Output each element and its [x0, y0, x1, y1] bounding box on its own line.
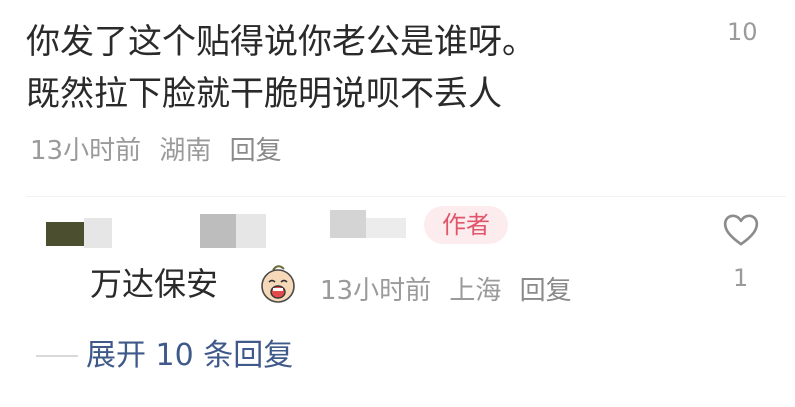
comment-text-line2: 既然拉下脸就干脆明说呗不丢人: [26, 74, 502, 114]
expand-replies-link[interactable]: 展开 10 条回复: [86, 334, 293, 378]
divider: [26, 196, 786, 197]
comment-time: 13小时前: [30, 136, 142, 166]
author-badge: 作者: [424, 206, 508, 244]
reply-like-count: 1: [733, 264, 749, 292]
comment-text-line1: 你发了这个贴得说你老公是谁呀。: [26, 22, 536, 62]
comment-like-count: 10: [727, 18, 758, 46]
reply-meta: 13小时前 上海 回复: [320, 270, 582, 307]
comment-location: 湖南: [159, 136, 212, 166]
comment-meta: 13小时前 湖南 回复: [30, 130, 292, 167]
reply-location: 上海: [449, 276, 502, 306]
expand-divider: [36, 355, 78, 357]
crying-face-icon: [261, 265, 295, 303]
reply-time: 13小时前: [320, 276, 432, 306]
comment-reply-button[interactable]: 回复: [230, 136, 282, 166]
heart-outline-icon[interactable]: [720, 210, 762, 250]
reply-reply-button[interactable]: 回复: [520, 276, 572, 306]
reply-text: 万达保安: [90, 265, 219, 303]
comment-text: 你发了这个贴得说你老公是谁呀。 既然拉下脸就干脆明说呗不丢人: [26, 16, 686, 120]
